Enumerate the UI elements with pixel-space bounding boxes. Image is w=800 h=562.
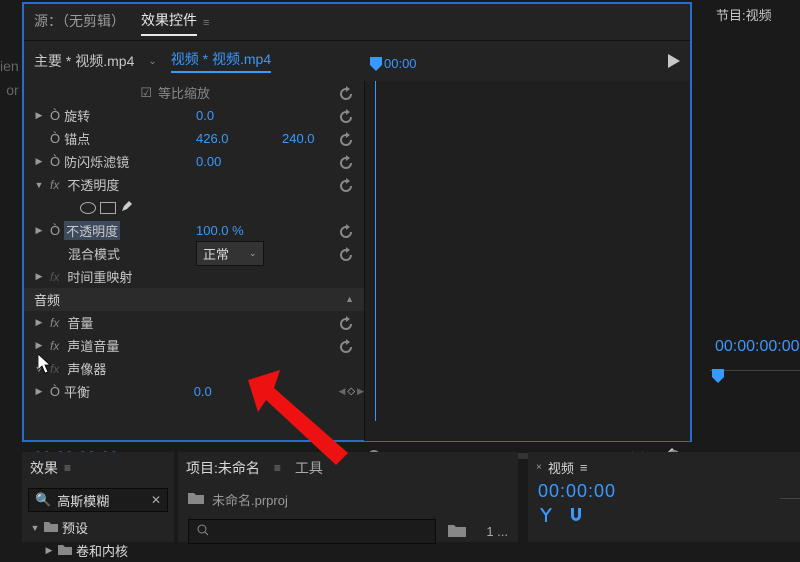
item-count: 1 ... — [486, 524, 508, 539]
project-filename: 未命名.prproj — [212, 490, 288, 509]
panner-label: 声像器 — [67, 359, 106, 378]
expand-rotation[interactable] — [34, 110, 44, 121]
uniform-scale-label: 等比缩放 — [158, 83, 210, 102]
fx-icon: fx — [50, 316, 59, 330]
timeline-ruler[interactable] — [780, 498, 800, 518]
play-icon[interactable] — [668, 54, 680, 68]
antiflicker-value[interactable]: 0.00 — [196, 154, 276, 169]
opacity-label: 不透明度 — [64, 221, 120, 240]
effects-panel: 效果 ≡ 🔍 ✕ 预设 卷和内核 — [22, 452, 174, 542]
volume-label: 音量 — [67, 313, 93, 332]
panel-menu-icon[interactable]: ≡ — [64, 461, 71, 475]
cropped-text: ien or — [0, 58, 21, 106]
magnet-icon[interactable] — [568, 508, 584, 525]
master-clip-name[interactable]: 主要 * 视频.mp4 — [34, 51, 134, 71]
reset-opacity-value[interactable] — [338, 224, 354, 238]
anchor-x[interactable]: 426.0 — [196, 131, 276, 146]
opacity-value[interactable]: 100.0 % — [196, 223, 276, 238]
snap-icon[interactable] — [538, 508, 554, 525]
blend-mode-dropdown[interactable]: 正常⌄ — [196, 241, 264, 266]
expand-balance[interactable] — [34, 386, 44, 397]
expand-channel-volume[interactable] — [34, 340, 44, 351]
effects-search-input[interactable] — [57, 493, 137, 508]
expand-panner[interactable] — [34, 364, 44, 374]
effect-controls-panel: 源：（无剪辑） 效果控件 ≡ 主要 * 视频.mp4 ⌄ 视频 * 视频.mp4… — [22, 2, 692, 442]
panel-menu-icon[interactable]: ≡ — [274, 461, 281, 475]
fx-icon: fx — [50, 362, 59, 376]
timeremap-label: 时间重映射 — [67, 267, 132, 286]
bin-icon — [188, 492, 204, 507]
channel-volume-label: 声道音量 — [67, 336, 119, 355]
tools-tab[interactable]: 工具 — [295, 458, 323, 478]
presets-folder[interactable]: 预设 — [22, 516, 174, 539]
audio-section-header[interactable]: 音频 — [24, 288, 364, 311]
effects-search[interactable]: 🔍 ✕ — [28, 488, 168, 512]
rotation-label: 旋转 — [64, 106, 90, 125]
property-list: ☑ 等比缩放 Ò 旋转 0.0 Ò 锚点 42 — [24, 81, 364, 441]
pen-mask-button[interactable] — [120, 199, 134, 216]
stopwatch-icon[interactable]: Ò — [50, 154, 60, 169]
blend-label: 混合模式 — [68, 244, 120, 263]
fx-icon: fx — [50, 270, 59, 284]
close-icon[interactable]: × — [536, 462, 542, 473]
convolution-folder[interactable]: 卷和内核 — [22, 539, 174, 562]
anchor-y[interactable]: 240.0 — [282, 131, 332, 146]
rotation-value[interactable]: 0.0 — [196, 108, 276, 123]
project-search[interactable] — [188, 519, 436, 544]
expand-volume[interactable] — [34, 317, 44, 328]
timeline-panel: × 视频 ≡ 00:00:00 — [528, 452, 800, 542]
program-panel-tab: 节目:视频 — [710, 2, 800, 26]
stopwatch-icon[interactable]: Ò — [50, 131, 60, 146]
expand-opacity-group[interactable] — [34, 180, 44, 190]
opacity-group-label: 不透明度 — [67, 175, 119, 194]
balance-value[interactable]: 0.0 — [194, 384, 273, 399]
timeline-timecode[interactable]: 00:00:00 — [538, 481, 790, 502]
project-tab[interactable]: 项目:未命名 — [186, 458, 260, 478]
timeline-tab[interactable]: 视频 — [548, 458, 574, 477]
new-bin-icon[interactable] — [448, 524, 466, 540]
reset-volume[interactable] — [338, 316, 354, 330]
effects-tab[interactable]: 效果 — [30, 458, 58, 478]
keyframe-nav[interactable]: ◀◇▶ — [338, 386, 364, 397]
effect-controls-timeline[interactable]: 00:00 — [364, 81, 690, 441]
expand-opacity[interactable] — [34, 225, 44, 236]
effect-controls-tab[interactable]: 效果控件 — [141, 10, 197, 36]
panel-menu-icon[interactable]: ≡ — [203, 17, 209, 29]
fx-icon: fx — [50, 339, 59, 353]
reset-antiflicker[interactable] — [338, 155, 354, 169]
reset-channel-volume[interactable] — [338, 339, 354, 353]
program-tab[interactable]: 节目:视频 — [716, 5, 772, 24]
search-icon: 🔍 — [35, 492, 51, 508]
stopwatch-icon[interactable]: Ò — [50, 108, 60, 123]
reset-anchor[interactable] — [338, 132, 354, 146]
expand-timeremap[interactable] — [34, 271, 44, 282]
source-tab[interactable]: 源：（无剪辑） — [34, 11, 125, 35]
program-ruler[interactable] — [710, 370, 800, 384]
expand-antiflicker[interactable] — [34, 156, 44, 167]
antiflicker-label: 防闪烁滤镜 — [64, 152, 129, 171]
anchor-label: 锚点 — [64, 129, 90, 148]
chevron-down-icon: ⌄ — [148, 56, 156, 67]
balance-label: 平衡 — [64, 382, 90, 401]
playhead[interactable]: 00:00 — [370, 56, 417, 71]
stopwatch-icon[interactable]: Ò — [50, 384, 60, 399]
ellipse-mask-button[interactable] — [80, 202, 96, 214]
panel-menu-icon[interactable]: ≡ — [580, 460, 588, 475]
sequence-clip-name[interactable]: 视频 * 视频.mp4 — [171, 49, 271, 73]
reset-uniform-scale[interactable] — [338, 86, 354, 100]
rect-mask-button[interactable] — [100, 202, 116, 214]
reset-blend[interactable] — [338, 247, 354, 261]
fx-icon: fx — [50, 178, 59, 192]
program-timecode[interactable]: 00:00:00:00 — [715, 338, 800, 356]
reset-rotation[interactable] — [338, 109, 354, 123]
project-panel: 项目:未命名 ≡ 工具 未命名.prproj 1 ... — [178, 452, 518, 542]
clear-search-icon[interactable]: ✕ — [151, 493, 161, 507]
stopwatch-icon[interactable]: Ò — [50, 223, 60, 238]
reset-opacity[interactable] — [338, 178, 354, 192]
